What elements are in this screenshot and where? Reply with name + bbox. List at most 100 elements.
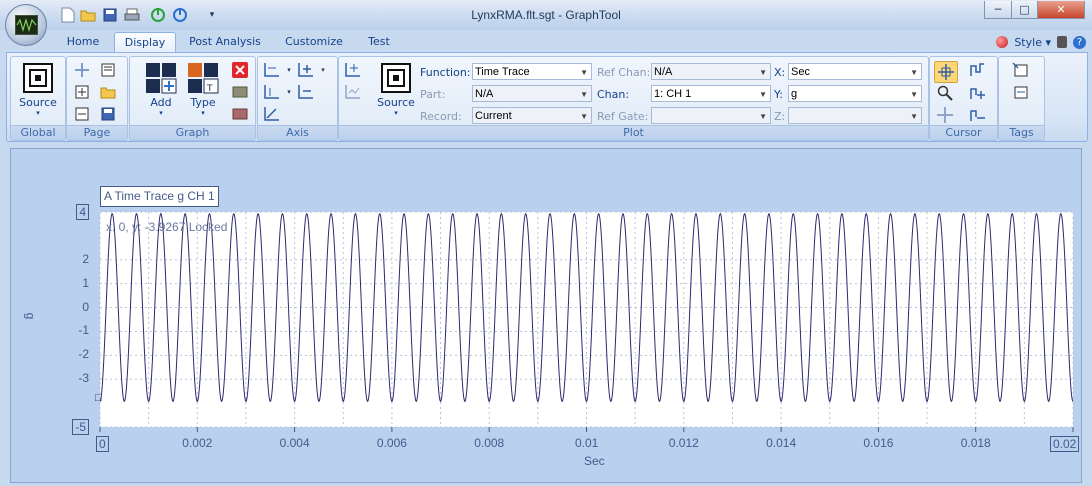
- chan-select[interactable]: 1: CH 1 ▼: [651, 85, 771, 102]
- delete-graph-icon[interactable]: [231, 61, 249, 79]
- maximize-button[interactable]: □: [1011, 1, 1038, 19]
- group-label-cursor: Cursor: [930, 125, 997, 140]
- tab-display[interactable]: Display: [114, 32, 176, 54]
- tab-test[interactable]: Test: [360, 32, 398, 52]
- x-tick-label: 0.008: [474, 436, 505, 450]
- tab-post-analysis[interactable]: Post Analysis: [184, 32, 266, 52]
- minimize-button[interactable]: ─: [984, 1, 1012, 19]
- record-indicator-icon: [996, 36, 1009, 48]
- x-tick-label: 0.018: [960, 436, 991, 450]
- source-button-plot[interactable]: Source ▾: [375, 60, 417, 122]
- group-graph: Add ▾ T Type ▾ Graph: [129, 56, 256, 141]
- axis-remove-icon[interactable]: [296, 83, 314, 101]
- graph-type-button[interactable]: T Type ▾: [182, 60, 224, 122]
- svg-text:T: T: [206, 84, 213, 94]
- plot-remove-icon[interactable]: [343, 83, 361, 101]
- page-move-icon[interactable]: [73, 61, 91, 79]
- ref-gate-select[interactable]: ▼: [651, 107, 771, 124]
- x-tick-label: 0.006: [376, 436, 407, 450]
- y-tick-label: 2: [82, 251, 89, 266]
- axis-y-icon[interactable]: [262, 83, 280, 101]
- ribbon-tabs: Home Display Post Analysis Customize Tes…: [0, 30, 1092, 54]
- tag-add-icon[interactable]: [1011, 61, 1029, 79]
- group-page: Page: [66, 56, 128, 141]
- ref-chan-select[interactable]: N/A ▼: [651, 63, 771, 80]
- axis-x-icon[interactable]: [262, 61, 280, 79]
- style-menu[interactable]: Style ▾: [1014, 36, 1051, 49]
- ribbon: Source ▾ Global Page Add ▾ T Type ▾ Grap…: [6, 52, 1088, 142]
- y-tick-label: -2: [78, 347, 89, 362]
- close-button[interactable]: ✕: [1037, 1, 1085, 19]
- x-tick-label: 0.012: [668, 436, 699, 450]
- y-units-select[interactable]: g ▼: [788, 85, 922, 102]
- x-tick-label: 0.01: [575, 436, 599, 450]
- application-menu-button[interactable]: [5, 4, 47, 46]
- x-axis-label: Sec: [584, 454, 605, 468]
- y-axis-label: g: [23, 312, 38, 320]
- page-layout-icon[interactable]: [99, 61, 117, 79]
- group-plot: Source ▾ Function: Time Trace ▼ Part: N/A…: [338, 56, 929, 141]
- x-tick-label: 0.014: [766, 436, 797, 450]
- z-units-select[interactable]: ▼: [788, 107, 922, 124]
- x-tick-label: 0.016: [863, 436, 894, 450]
- axis-add-icon[interactable]: [296, 61, 314, 79]
- cursor-crosshair-icon[interactable]: [934, 61, 958, 83]
- cursor-marker[interactable]: □: [95, 392, 102, 404]
- tab-customize[interactable]: Customize: [278, 32, 350, 52]
- part-label: Part:: [420, 88, 446, 101]
- function-select[interactable]: Time Trace ▼: [472, 63, 592, 80]
- record-select[interactable]: Current ▼: [472, 107, 592, 124]
- x-tick-label[interactable]: 0.02: [1050, 436, 1080, 452]
- plot-add-icon[interactable]: [343, 61, 361, 79]
- source-button-global[interactable]: Source ▾: [17, 60, 59, 122]
- save-page-icon[interactable]: [99, 105, 117, 123]
- add-graph-icon: [145, 62, 177, 94]
- record-label: Record:: [420, 110, 462, 123]
- cursor-add-icon[interactable]: [968, 84, 986, 102]
- group-tags: Tags: [998, 56, 1045, 141]
- part-select[interactable]: N/A ▼: [472, 85, 592, 102]
- y-label: Y:: [774, 88, 783, 101]
- y-tick-label[interactable]: 4: [76, 204, 89, 220]
- group-label-graph: Graph: [130, 125, 255, 140]
- group-label-axis: Axis: [258, 125, 337, 140]
- graph-paste-icon[interactable]: [231, 105, 249, 123]
- graph-type-icon: T: [187, 62, 219, 94]
- group-global: Source ▾ Global: [10, 56, 66, 141]
- window-title: LynxRMA.flt.sgt - GraphTool: [471, 8, 621, 22]
- function-label: Function:: [420, 66, 471, 79]
- lock-icon[interactable]: [1057, 36, 1067, 48]
- y-tick-label: -3: [78, 371, 89, 386]
- ref-chan-label: Ref Chan:: [597, 66, 651, 79]
- pan-icon[interactable]: [936, 106, 954, 124]
- open-page-icon[interactable]: [99, 83, 117, 101]
- oscilloscope-icon: [15, 15, 38, 35]
- y-tick-label: -1: [78, 323, 89, 338]
- x-label: X:: [774, 66, 786, 79]
- tab-home[interactable]: Home: [58, 32, 108, 52]
- cursor-peak-icon[interactable]: [968, 61, 986, 79]
- tag-edit-icon[interactable]: [1011, 83, 1029, 101]
- zoom-icon[interactable]: [936, 84, 954, 102]
- plot-area: [100, 212, 1073, 427]
- remove-page-icon[interactable]: [73, 105, 91, 123]
- z-label: Z:: [774, 110, 786, 123]
- help-icon[interactable]: ?: [1073, 35, 1086, 49]
- graph-canvas[interactable]: A Time Trace g CH 1 x: 0, y: -3.9267 Loc…: [10, 148, 1082, 483]
- source-icon: [22, 62, 54, 94]
- axis-add-dropdown-icon[interactable]: ▾: [314, 61, 332, 79]
- group-label-plot: Plot: [339, 125, 928, 140]
- add-page-icon[interactable]: [73, 83, 91, 101]
- y-tick-label[interactable]: -5: [72, 419, 89, 435]
- source-plot-icon: [380, 62, 412, 94]
- x-tick-label[interactable]: 0: [96, 436, 109, 452]
- cursor-remove-icon[interactable]: [968, 106, 986, 124]
- group-axis: ▾ ▾ ▾ Axis: [257, 56, 338, 141]
- cursor-readout: x: 0, y: -3.9267 Locked: [106, 220, 228, 234]
- chan-label: Chan:: [597, 88, 630, 101]
- add-graph-button[interactable]: Add ▾: [140, 60, 182, 122]
- x-units-select[interactable]: Sec ▼: [788, 63, 922, 80]
- graph-copy-icon[interactable]: [231, 83, 249, 101]
- graph-title-box[interactable]: A Time Trace g CH 1: [100, 186, 219, 207]
- axis-scale-icon[interactable]: [262, 105, 280, 123]
